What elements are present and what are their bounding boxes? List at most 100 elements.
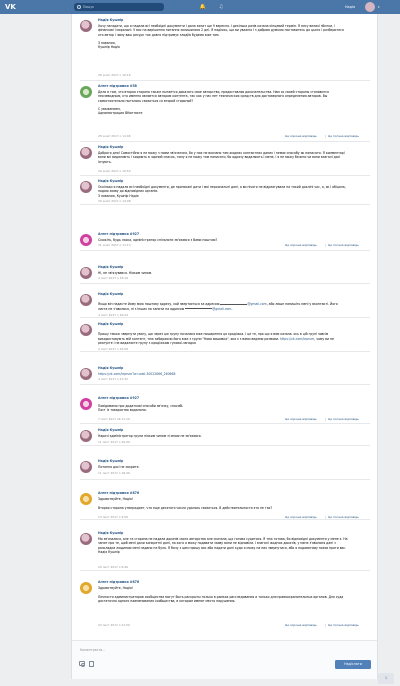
- bad-answer-link[interactable]: Це погана відповідь: [328, 623, 359, 627]
- good-answer-link[interactable]: Це хороша відповідь: [285, 134, 317, 138]
- message-author[interactable]: Надія Кушнір: [98, 145, 123, 150]
- divider: [80, 175, 370, 176]
- avatar[interactable]: [80, 86, 92, 98]
- message-text: Повідомимо про додаткові способи зв'язку…: [98, 404, 184, 413]
- bad-answer-link[interactable]: Це погана відповідь: [328, 134, 359, 138]
- avatar[interactable]: [80, 267, 92, 279]
- good-answer-link[interactable]: Це хороша відповідь: [285, 417, 317, 421]
- comment-input[interactable]: Коментувати...: [80, 646, 370, 655]
- separator: |: [325, 243, 326, 247]
- music-icon[interactable]: ♫: [217, 3, 225, 11]
- avatar[interactable]: [80, 234, 92, 246]
- email-link[interactable]: @gmail.com: [247, 302, 266, 306]
- message-text: Здравствуйте, Надія! Личности администра…: [98, 586, 344, 603]
- redacted-email: [185, 307, 213, 310]
- message-time: 30 жовт 2017 о 14:08: [98, 199, 131, 203]
- message-time: 20 лист 2017 о 8:46: [98, 565, 128, 569]
- search-input[interactable]: Пошук: [74, 3, 164, 11]
- divider: [80, 204, 370, 205]
- divider: [80, 519, 370, 520]
- message-author[interactable]: Агент підтримки #927: [98, 232, 139, 237]
- divider: [80, 351, 370, 352]
- message-text-part: .: [231, 306, 233, 311]
- page-badge[interactable]: 1: [378, 673, 394, 684]
- vk-logo[interactable]: VK: [5, 3, 16, 11]
- divider: [80, 283, 370, 284]
- message-author[interactable]: Надія Кушнір: [98, 265, 123, 270]
- camera-icon[interactable]: [79, 661, 86, 667]
- document-icon[interactable]: [89, 661, 94, 667]
- avatar[interactable]: [80, 181, 92, 193]
- message-author[interactable]: Надія Кушнір: [98, 292, 123, 297]
- message-text: Наразі адміністратор групи ніяким чином …: [98, 434, 202, 438]
- wall-post-link[interactable]: https://vk.com/leprum?w=wall-30022666_26…: [98, 372, 348, 376]
- avatar[interactable]: [80, 20, 92, 32]
- search-placeholder: Пошук: [83, 5, 95, 9]
- message-author[interactable]: Надія Кушнір: [98, 179, 123, 184]
- separator: |: [325, 417, 326, 421]
- email-link[interactable]: @gmail.com: [212, 307, 231, 311]
- message-author[interactable]: Агент підтримки #876: [98, 491, 139, 496]
- bell-icon[interactable]: 🔔: [199, 3, 207, 11]
- avatar[interactable]: [80, 324, 92, 336]
- message-text: Скажіть, будь ласка, адміністратор спіль…: [98, 238, 218, 242]
- message-author[interactable]: Надія Кушнір: [98, 459, 123, 464]
- message-text: Якщо він надасте йому мою поштову адресу…: [98, 298, 348, 311]
- avatar[interactable]: [80, 147, 92, 159]
- message-text: Хочу нагадати, що я надала всі необхідні…: [98, 24, 344, 50]
- message-author[interactable]: Надія Кушнір: [98, 428, 123, 433]
- avatar[interactable]: [80, 368, 92, 380]
- divider: [80, 570, 370, 571]
- message-author[interactable]: Надія Кушнір: [98, 531, 123, 536]
- divider: [80, 479, 370, 480]
- message-text: Питання досі не закрите.: [98, 465, 140, 469]
- redacted-email: [220, 303, 248, 306]
- message-author[interactable]: Надія Кушнір: [98, 366, 123, 371]
- separator: |: [325, 134, 326, 138]
- message-text: Дело в том, что вторая сторона также пыт…: [98, 90, 329, 116]
- top-bar: VK Пошук 🔔 ♫ Надія ▾: [0, 0, 400, 14]
- message-time: 11 лист 2017 о 18:46: [98, 471, 130, 475]
- reply-composer: Коментувати... Надіслати: [72, 640, 377, 679]
- avatar[interactable]: [80, 461, 92, 473]
- avatar[interactable]: [80, 533, 92, 545]
- message-time: 29 жовт 2017 о 10:53: [98, 169, 131, 173]
- message-author[interactable]: Надія Кушнір: [98, 322, 123, 327]
- user-name[interactable]: Надія: [345, 3, 355, 11]
- search-icon: [77, 5, 81, 9]
- avatar[interactable]: [365, 2, 375, 12]
- good-answer-link[interactable]: Це хороша відповідь: [285, 623, 317, 627]
- divider: [80, 250, 370, 251]
- message-author[interactable]: Агент підтримки #58: [98, 84, 137, 89]
- separator: |: [325, 623, 326, 627]
- avatar[interactable]: [80, 398, 92, 410]
- divider: [80, 141, 370, 142]
- divider: [80, 317, 370, 318]
- message-author[interactable]: Агент підтримки #876: [98, 580, 139, 585]
- divider: [80, 384, 370, 385]
- message-text: Доброго дня! Самостійно я не можу з ними…: [98, 151, 345, 164]
- avatar[interactable]: [80, 582, 92, 594]
- message-text: Ми зв'язалися, але та сторона не надала …: [98, 537, 348, 554]
- bad-answer-link[interactable]: Це погана відповідь: [328, 417, 359, 421]
- good-answer-link[interactable]: Це хороша відповідь: [285, 243, 317, 247]
- message-author[interactable]: Агент підтримки #927: [98, 396, 139, 401]
- message-time: 11 лист 2017 о 20:09: [98, 440, 130, 444]
- chevron-down-icon[interactable]: ▾: [378, 3, 380, 11]
- avatar[interactable]: [80, 430, 92, 442]
- message-text: Прошу також звернути увагу, що через цю …: [98, 328, 348, 345]
- message-time: 7 лист 2017 об 11:10: [98, 417, 130, 421]
- message-author[interactable]: Надія Кушнір: [98, 18, 123, 23]
- avatar[interactable]: [80, 294, 92, 306]
- ticket-panel: Надія Кушнір Хочу нагадати, що я надала …: [71, 14, 378, 679]
- message-time: 31 жовт 2017 о 11:13: [98, 243, 131, 247]
- divider: [80, 445, 370, 446]
- message-time: 28 жовт 2017 о 10:16: [98, 73, 131, 77]
- send-button[interactable]: Надіслати: [335, 660, 371, 669]
- bad-answer-link[interactable]: Це погана відповідь: [328, 243, 359, 247]
- message-time: 28 жовт 2017 о 14:06: [98, 134, 131, 138]
- message-text: Ні, не зв'язувався. Ніяким чином.: [98, 271, 153, 275]
- group-link[interactable]: https://vk.com/leprum: [280, 337, 314, 341]
- message-time: 4 лист 2017 о 21:32: [98, 377, 128, 381]
- avatar[interactable]: [80, 493, 92, 505]
